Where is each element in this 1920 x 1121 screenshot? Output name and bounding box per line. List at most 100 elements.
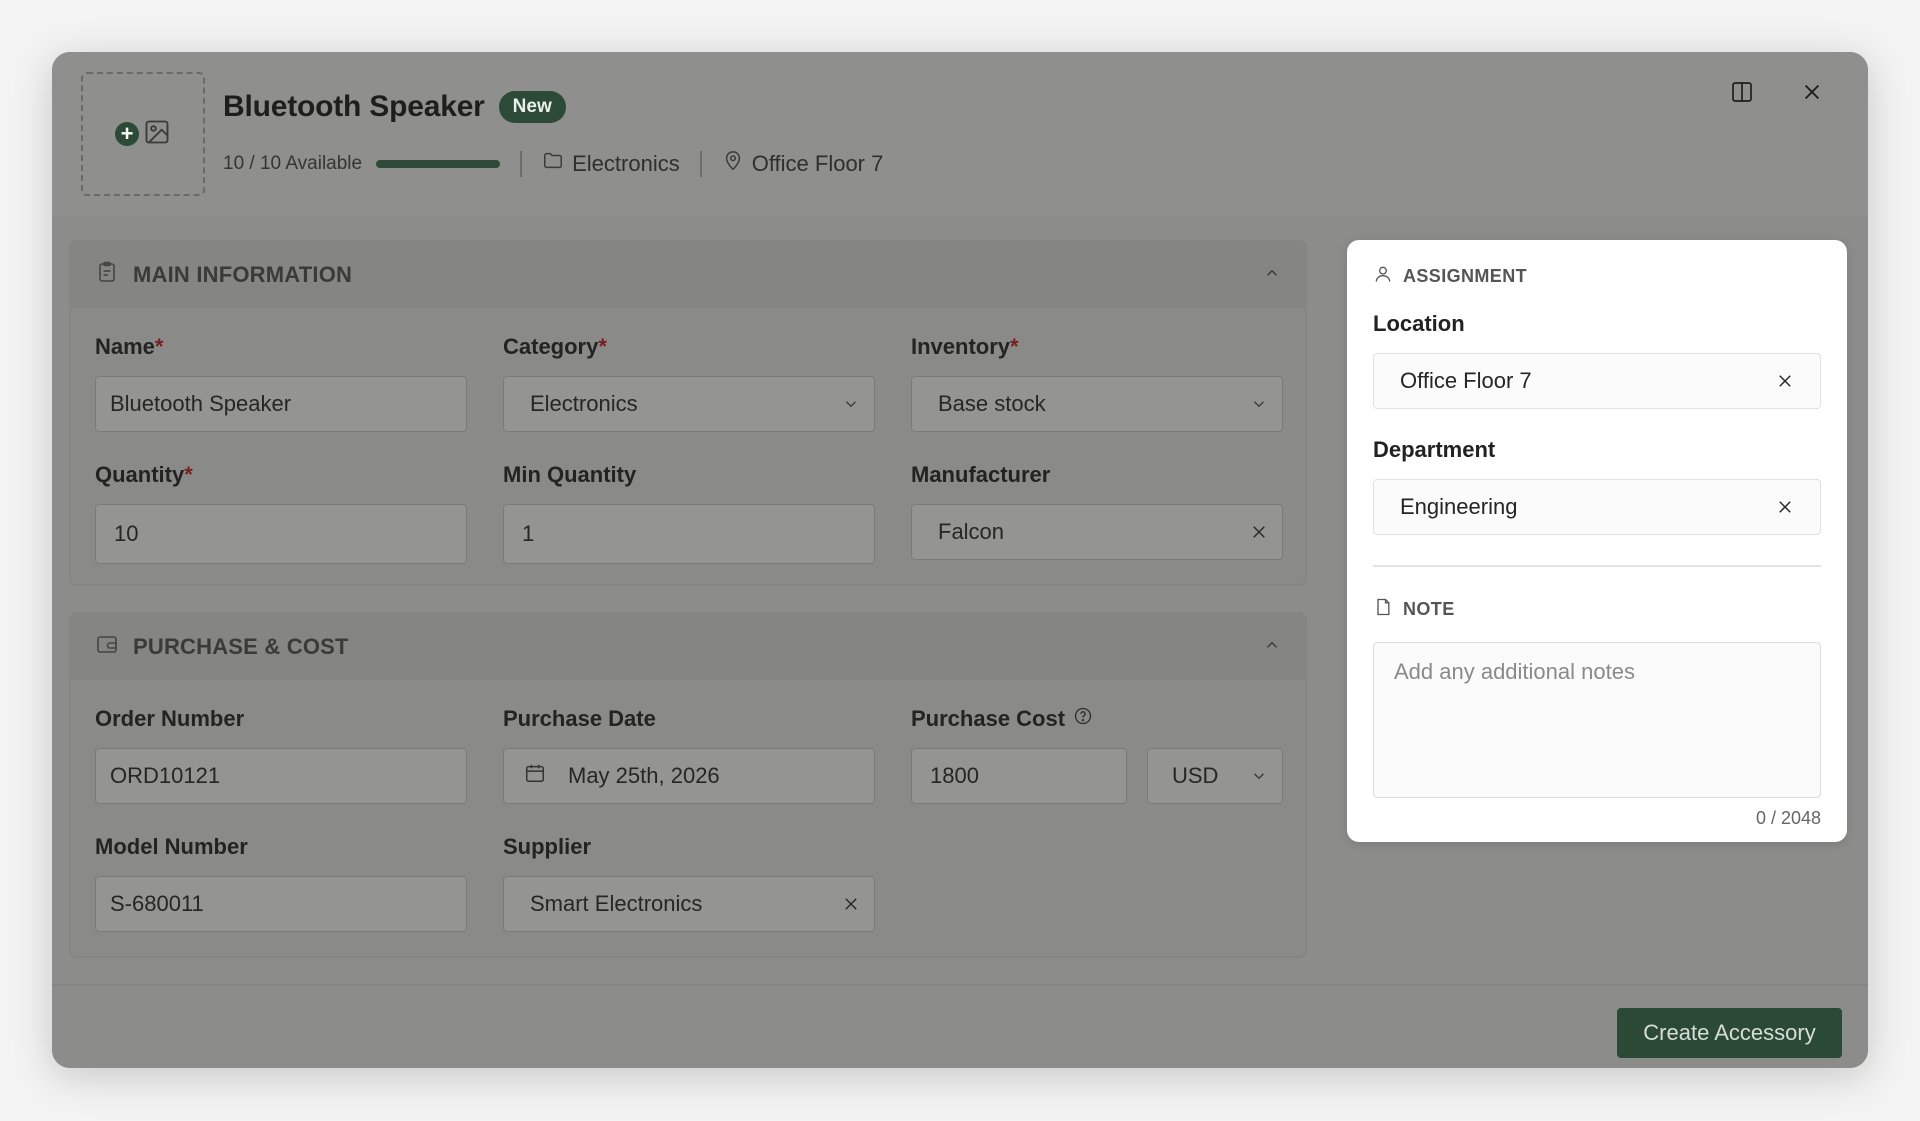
note-character-counter: 0 / 2048	[1755, 807, 1821, 828]
clear-icon[interactable]	[1776, 498, 1794, 516]
purchase-cost-section: PURCHASE & COST Order Number ORD10121 Pu…	[69, 612, 1307, 958]
field-label: Model Number	[95, 834, 248, 859]
divider	[699, 151, 702, 177]
header-location-label: Office Floor 7	[751, 151, 884, 176]
main-information-header[interactable]: MAIN INFORMATION	[71, 242, 1305, 308]
name-value: Bluetooth Speaker	[110, 391, 292, 416]
inventory-field: Inventory* Base stock	[911, 334, 1283, 432]
purchase-cost-value: 1800	[930, 763, 979, 788]
chevron-up-icon[interactable]	[1263, 262, 1281, 288]
note-header: NOTE	[1373, 597, 1821, 622]
name-field: Name* Bluetooth Speaker	[95, 334, 467, 432]
field-label: Name*	[95, 334, 164, 359]
assignment-card: ASSIGNMENT Location Office Floor 7 Depar…	[1347, 240, 1847, 842]
help-icon[interactable]	[1073, 706, 1093, 732]
department-select[interactable]: Engineering	[1373, 479, 1821, 535]
manufacturer-select[interactable]: Falcon	[911, 504, 1283, 560]
field-label: Purchase Cost	[911, 706, 1283, 732]
clear-icon[interactable]	[1250, 523, 1268, 541]
create-accessory-button[interactable]: Create Accessory	[1617, 1008, 1842, 1058]
chevron-up-icon[interactable]	[1263, 634, 1281, 660]
field-label: Min Quantity	[503, 462, 637, 487]
department-value: Engineering	[1400, 494, 1518, 519]
chevron-down-icon	[1250, 767, 1268, 785]
location-select[interactable]: Office Floor 7	[1373, 353, 1821, 409]
header-category-label: Electronics	[572, 151, 680, 176]
dialog-footer: Create Accessory	[52, 984, 1868, 1068]
close-icon[interactable]	[1800, 80, 1824, 104]
split-view-icon[interactable]	[1730, 80, 1754, 104]
availability-text: 10 / 10 Available	[223, 153, 363, 174]
category-select[interactable]: Electronics	[503, 376, 875, 432]
purchase-cost-field: Purchase Cost 1800 USD	[911, 706, 1283, 804]
chevron-down-icon	[1250, 395, 1268, 413]
divider	[520, 151, 523, 177]
map-pin-icon	[722, 150, 744, 178]
min-quantity-value: 1	[522, 521, 535, 546]
calendar-icon	[524, 762, 546, 790]
image-upload-placeholder[interactable]: +	[81, 72, 205, 196]
availability-progress	[376, 160, 501, 168]
inventory-select[interactable]: Base stock	[911, 376, 1283, 432]
file-icon	[1373, 597, 1393, 622]
note-placeholder: Add any additional notes	[1394, 658, 1635, 684]
field-label: Order Number	[95, 706, 245, 731]
clipboard-icon	[95, 260, 119, 290]
clear-icon[interactable]	[842, 895, 860, 913]
location-label: Location	[1373, 311, 1465, 336]
purchase-cost-header[interactable]: PURCHASE & COST	[71, 614, 1305, 680]
model-number-input[interactable]: S-680011	[95, 876, 467, 932]
field-label: Inventory*	[911, 334, 1019, 359]
wallet-icon	[95, 632, 119, 662]
inventory-value: Base stock	[938, 391, 1046, 416]
folder-icon	[542, 150, 564, 178]
min-quantity-field: Min Quantity 1	[503, 462, 875, 564]
quantity-field: Quantity* 10	[95, 462, 467, 564]
section-title: PURCHASE & COST	[133, 634, 349, 659]
quantity-input[interactable]: 10	[95, 504, 467, 564]
supplier-value: Smart Electronics	[530, 891, 703, 916]
supplier-select[interactable]: Smart Electronics	[503, 876, 875, 932]
section-title: NOTE	[1403, 598, 1455, 619]
purchase-date-picker[interactable]: May 25th, 2026	[503, 748, 875, 804]
location-value: Office Floor 7	[1400, 368, 1532, 393]
order-number-input[interactable]: ORD10121	[95, 748, 467, 804]
field-label: Manufacturer	[911, 462, 1051, 487]
purchase-cost-input[interactable]: 1800	[911, 748, 1127, 804]
purchase-date-value: May 25th, 2026	[568, 763, 720, 788]
purchase-date-field: Purchase Date May 25th, 2026	[503, 706, 875, 804]
section-title: MAIN INFORMATION	[133, 262, 353, 287]
page-title: Bluetooth Speaker	[223, 90, 485, 123]
main-information-section: MAIN INFORMATION Name* Bluetooth Speaker…	[69, 240, 1307, 586]
chevron-down-icon	[842, 395, 860, 413]
currency-select[interactable]: USD	[1147, 748, 1283, 804]
header-category: Electronics	[542, 150, 680, 178]
note-textarea[interactable]: Add any additional notes	[1373, 641, 1821, 798]
order-number-field: Order Number ORD10121	[95, 706, 467, 804]
section-title: ASSIGNMENT	[1403, 266, 1528, 286]
add-icon: +	[115, 122, 139, 146]
field-label: Purchase Date	[503, 706, 656, 731]
min-quantity-input[interactable]: 1	[503, 504, 875, 564]
clear-icon[interactable]	[1776, 372, 1794, 390]
status-badge: New	[498, 91, 566, 123]
user-pin-icon	[1373, 264, 1393, 289]
divider	[1373, 565, 1821, 567]
manufacturer-value: Falcon	[938, 519, 1005, 544]
availability-progress-fill	[376, 160, 501, 168]
department-label: Department	[1373, 437, 1496, 462]
field-label: Supplier	[503, 834, 592, 859]
category-field: Category* Electronics	[503, 334, 875, 432]
category-value: Electronics	[530, 391, 638, 416]
name-input[interactable]: Bluetooth Speaker	[95, 376, 467, 432]
model-number-value: S-680011	[110, 891, 204, 916]
image-icon	[143, 118, 171, 151]
order-number-value: ORD10121	[110, 763, 221, 788]
manufacturer-field: Manufacturer Falcon	[911, 462, 1283, 560]
field-label: Quantity*	[95, 462, 193, 487]
currency-value: USD	[1172, 763, 1219, 788]
header-location: Office Floor 7	[722, 150, 884, 178]
model-number-field: Model Number S-680011	[95, 834, 467, 932]
supplier-field: Supplier Smart Electronics	[503, 834, 875, 932]
assignment-header: ASSIGNMENT	[1373, 264, 1821, 289]
